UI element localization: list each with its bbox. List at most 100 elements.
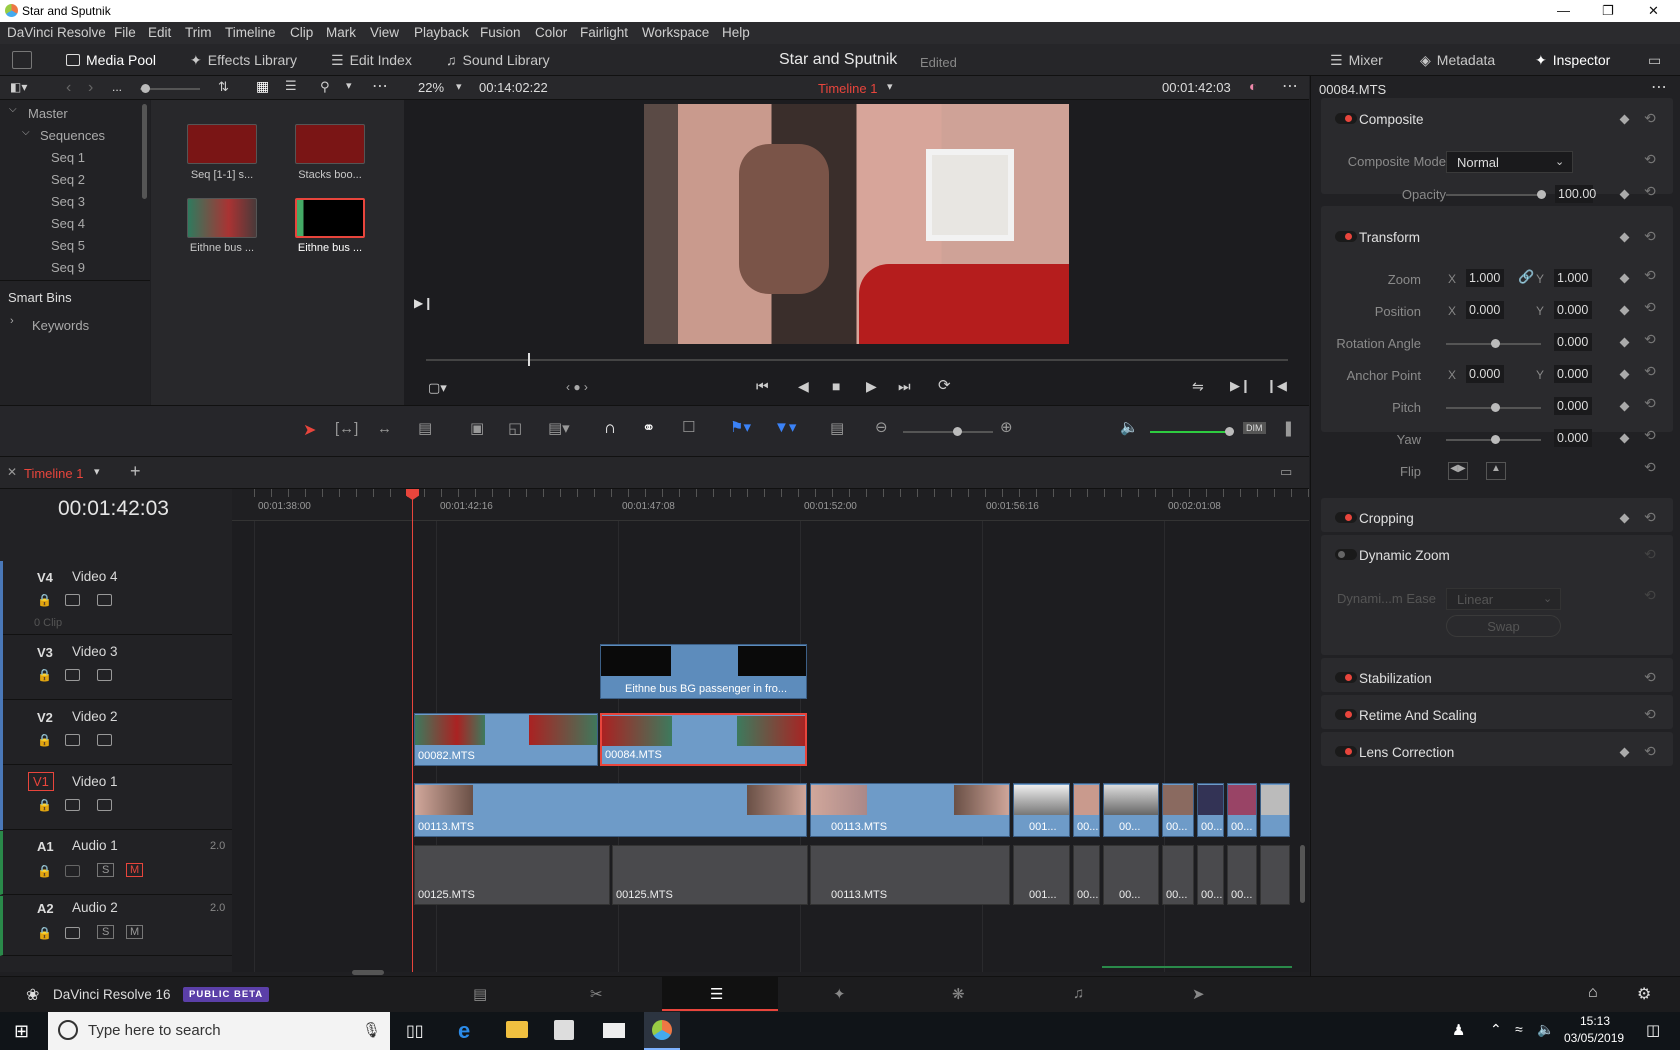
- dynamic-zoom-title[interactable]: Dynamic Zoom: [1359, 548, 1450, 563]
- menu-playback[interactable]: Playback: [414, 25, 469, 40]
- bin-seq-5[interactable]: Seq 5: [51, 238, 85, 253]
- cropping-enable-toggle[interactable]: [1335, 512, 1357, 523]
- tab-timeline-1[interactable]: Timeline 1: [24, 466, 83, 481]
- chevron-down-icon[interactable]: ▾: [94, 465, 100, 478]
- transform-enable-toggle[interactable]: [1335, 231, 1357, 242]
- viewer-scrubber[interactable]: [426, 359, 1288, 361]
- clock-date[interactable]: 03/05/2019: [1564, 1031, 1624, 1045]
- cut-page-icon[interactable]: ✂: [590, 985, 603, 1003]
- bin-seq-4[interactable]: Seq 4: [51, 216, 85, 231]
- volume-knob[interactable]: [1225, 427, 1234, 436]
- effects-library-button[interactable]: ✦ Effects Library: [190, 51, 297, 69]
- link-icon[interactable]: 🔗: [1518, 269, 1534, 285]
- reset-icon[interactable]: ⟲: [1644, 546, 1656, 563]
- edit-page-icon[interactable]: ☰: [710, 985, 723, 1003]
- task-view-icon[interactable]: ▯▯: [406, 1021, 424, 1041]
- auto-select-icon[interactable]: [65, 734, 80, 746]
- pitch-value[interactable]: 0.000: [1554, 397, 1592, 415]
- composite-enable-toggle[interactable]: [1335, 113, 1357, 124]
- keyframe-icon[interactable]: [1619, 433, 1630, 444]
- sort-icon[interactable]: ⇅: [218, 79, 229, 95]
- panel-toggle-button[interactable]: [12, 51, 32, 69]
- auto-select-icon[interactable]: [65, 799, 80, 811]
- reset-icon[interactable]: ⟲: [1644, 267, 1656, 284]
- more-options-icon[interactable]: ⋯: [1651, 77, 1667, 97]
- speaker-icon[interactable]: 🔈: [1537, 1021, 1554, 1038]
- volume-slider[interactable]: [1150, 431, 1230, 433]
- flip-vertical-icon[interactable]: ▲: [1486, 462, 1506, 480]
- position-x-value[interactable]: 0.000: [1466, 301, 1504, 319]
- lock-icon[interactable]: 🔒: [37, 593, 52, 607]
- solo-button[interactable]: S: [97, 863, 115, 877]
- track-enable-icon[interactable]: [97, 734, 112, 746]
- chevron-down-icon[interactable]: ⌵: [22, 127, 30, 138]
- sidebar-toggle-icon[interactable]: ◧▾: [10, 80, 27, 94]
- rotation-knob[interactable]: [1491, 339, 1500, 348]
- match-frame-icon[interactable]: ⇋: [1192, 378, 1204, 395]
- timeline-zoom-knob[interactable]: [953, 427, 962, 436]
- timeline-clip-selected[interactable]: 00084.MTS: [600, 713, 807, 766]
- back-icon[interactable]: ‹: [66, 79, 71, 97]
- audio-clip[interactable]: 00...: [1073, 845, 1100, 905]
- dynamic-zoom-ease-select[interactable]: Linear ⌄: [1446, 588, 1561, 610]
- audio-meter-icon[interactable]: ❚: [1282, 419, 1295, 437]
- audio-clip[interactable]: 00...: [1227, 845, 1257, 905]
- reset-icon[interactable]: ⟲: [1644, 669, 1656, 686]
- menu-view[interactable]: View: [370, 25, 399, 40]
- menu-clip[interactable]: Clip: [290, 25, 313, 40]
- jog-control[interactable]: ‹ ● ›: [566, 380, 588, 394]
- yaw-knob[interactable]: [1491, 435, 1500, 444]
- volume-icon[interactable]: 🔈: [1120, 418, 1139, 436]
- home-icon[interactable]: ⌂: [1588, 984, 1598, 1002]
- chevron-down-icon[interactable]: ⌵: [9, 104, 17, 115]
- clock-time[interactable]: 15:13: [1580, 1014, 1610, 1028]
- timeline-clip[interactable]: 00...: [1197, 783, 1224, 837]
- fullscreen-toggle-icon[interactable]: ▭: [1648, 51, 1661, 69]
- people-icon[interactable]: ♟: [1452, 1021, 1465, 1039]
- menu-trim[interactable]: Trim: [185, 25, 212, 40]
- reset-icon[interactable]: ⟲: [1644, 509, 1656, 526]
- settings-gear-icon[interactable]: ⚙: [1637, 984, 1651, 1004]
- bin-seq-1[interactable]: Seq 1: [51, 150, 85, 165]
- auto-select-icon[interactable]: [65, 865, 80, 877]
- audio-clip[interactable]: 00113.MTS: [810, 845, 1010, 905]
- bin-seq-2[interactable]: Seq 2: [51, 172, 85, 187]
- flag-icon[interactable]: ⚑▾: [730, 418, 751, 436]
- edge-browser-icon[interactable]: e: [458, 1018, 470, 1044]
- opacity-value[interactable]: 100.00: [1555, 185, 1596, 203]
- opacity-slider[interactable]: [1446, 194, 1541, 196]
- close-window-button[interactable]: ✕: [1648, 3, 1659, 19]
- audio-clip[interactable]: [1260, 845, 1290, 905]
- auto-select-icon[interactable]: [65, 927, 80, 939]
- reset-icon[interactable]: ⟲: [1644, 459, 1656, 476]
- reset-icon[interactable]: ⟲: [1644, 183, 1656, 200]
- color-icon[interactable]: ◐: [1249, 78, 1257, 94]
- bin-keywords[interactable]: Keywords: [32, 318, 89, 333]
- stabilization-enable-toggle[interactable]: [1335, 672, 1357, 683]
- timeline-vertical-scrollbar[interactable]: [1300, 845, 1305, 903]
- selection-tool-icon[interactable]: ➤: [303, 420, 316, 440]
- first-frame-icon[interactable]: ⏮: [756, 378, 769, 395]
- timeline-clip[interactable]: 00...: [1162, 783, 1194, 837]
- flip-horizontal-icon[interactable]: ◀▶: [1448, 462, 1468, 480]
- timeline-clip[interactable]: 00...: [1073, 783, 1100, 837]
- microphone-icon[interactable]: 🎙: [362, 1021, 381, 1039]
- reset-icon[interactable]: ⟲: [1644, 299, 1656, 316]
- audio-clip[interactable]: 00...: [1197, 845, 1224, 905]
- reset-icon[interactable]: ⟲: [1644, 110, 1656, 127]
- zoom-x-value[interactable]: 1.000: [1466, 269, 1504, 287]
- media-clip-thumb[interactable]: [295, 124, 365, 164]
- network-icon[interactable]: ≈: [1515, 1021, 1523, 1037]
- chevron-down-icon[interactable]: ▾: [456, 80, 462, 93]
- track-enable-icon[interactable]: [97, 594, 112, 606]
- blade-tool-icon[interactable]: ▤: [418, 419, 432, 437]
- forward-icon[interactable]: ›: [88, 79, 93, 97]
- timeline-clip[interactable]: 00082.MTS: [414, 713, 598, 766]
- timeline-clip[interactable]: [1260, 783, 1290, 837]
- audio-clip[interactable]: 00125.MTS: [414, 845, 610, 905]
- cropping-title[interactable]: Cropping: [1359, 511, 1414, 526]
- reset-icon[interactable]: ⟲: [1644, 151, 1656, 168]
- reset-icon[interactable]: ⟲: [1644, 228, 1656, 245]
- linked-selection-icon[interactable]: ⚭: [642, 418, 655, 438]
- grid-view-icon[interactable]: ▦: [256, 78, 269, 95]
